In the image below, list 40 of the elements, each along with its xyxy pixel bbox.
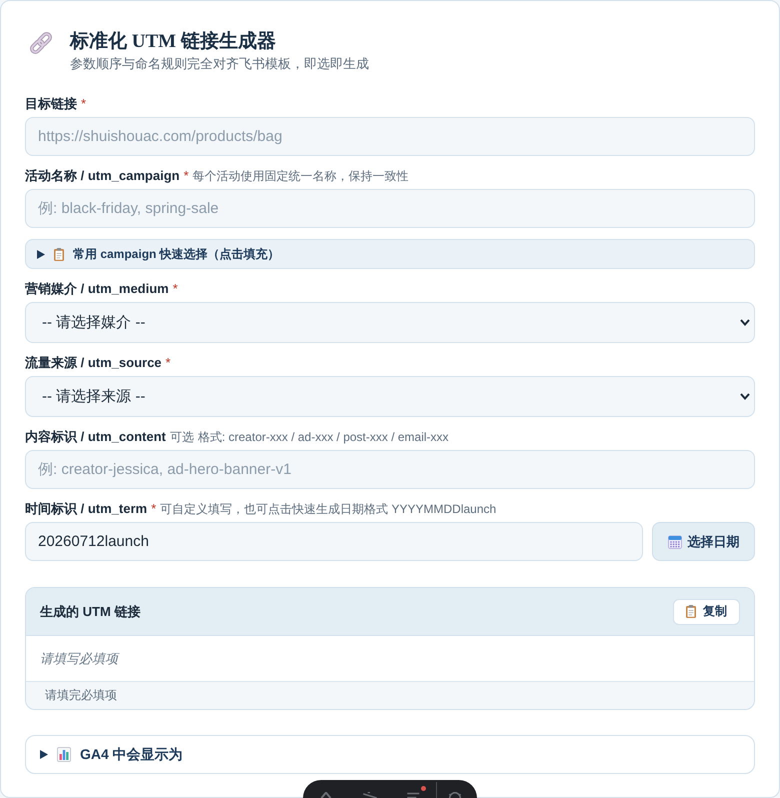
required-asterisk: * bbox=[172, 280, 178, 298]
status-message: 请填完必填项 bbox=[45, 687, 117, 704]
required-asterisk: * bbox=[184, 167, 189, 185]
clipboard-icon bbox=[54, 248, 64, 260]
copy-button[interactable]: 复制 bbox=[673, 598, 740, 624]
chain-link-icon bbox=[29, 31, 53, 55]
ga4-preview-toggle[interactable]: GA4 中会显示为 bbox=[25, 735, 755, 774]
text-input[interactable]: https://shuishouac.com/products/bag bbox=[25, 117, 755, 156]
field-label: 营销媒介 / utm_medium bbox=[25, 280, 169, 298]
field-label: 内容标识 / utm_content bbox=[25, 428, 166, 446]
field-label: 时间标识 / utm_term bbox=[25, 500, 148, 518]
bar-chart-icon bbox=[57, 747, 71, 762]
field-label: 目标链接 bbox=[25, 95, 77, 113]
field-hint: 格式: creator-xxx / ad-xxx / post-xxx / email-xxx bbox=[198, 429, 449, 446]
date-picker-button[interactable]: 选择日期 bbox=[652, 522, 755, 561]
field-label: 流量来源 / utm_source bbox=[25, 354, 162, 372]
optional-note: 可选 bbox=[170, 429, 194, 446]
text-input[interactable]: 例: creator-jessica, ad-hero-banner-v1 bbox=[25, 450, 755, 489]
field-hint: 可自定义填写，也可点击快速生成日期格式 YYYYMMDDlaunch bbox=[160, 501, 496, 518]
field-label: 活动名称 / utm_campaign bbox=[25, 167, 180, 185]
chevron-down-icon bbox=[740, 393, 750, 400]
utm-output-text: 请填写必填项 bbox=[40, 650, 118, 668]
page-title: 标准化 UTM 链接生成器 bbox=[70, 30, 277, 54]
dropdown-select[interactable]: -- 请选择媒介 -- bbox=[25, 302, 755, 343]
calendar-icon bbox=[668, 534, 682, 548]
result-title: 生成的 UTM 链接 bbox=[40, 602, 140, 620]
dropdown-select[interactable]: -- 请选择来源 -- bbox=[25, 376, 755, 417]
required-asterisk: * bbox=[166, 354, 171, 372]
field-hint: 每个活动使用固定统一名称，保持一致性 bbox=[192, 168, 409, 185]
quick-select-toggle[interactable]: 常用 campaign 快速选择（点击填充） bbox=[25, 239, 755, 269]
text-input[interactable]: 例: black-friday, spring-sale bbox=[25, 189, 755, 228]
text-input[interactable]: 20260712launch bbox=[25, 522, 643, 561]
required-asterisk: * bbox=[81, 95, 86, 113]
wand-icon[interactable] bbox=[361, 792, 379, 798]
chevron-down-icon bbox=[740, 319, 750, 326]
settings-icon[interactable] bbox=[446, 792, 464, 798]
required-asterisk: * bbox=[151, 500, 156, 518]
clipboard-icon bbox=[686, 605, 696, 618]
notification-dot-icon bbox=[421, 786, 426, 791]
page-subtitle: 参数顺序与命名规则完全对齐飞书模板，即选即生成 bbox=[70, 55, 369, 73]
